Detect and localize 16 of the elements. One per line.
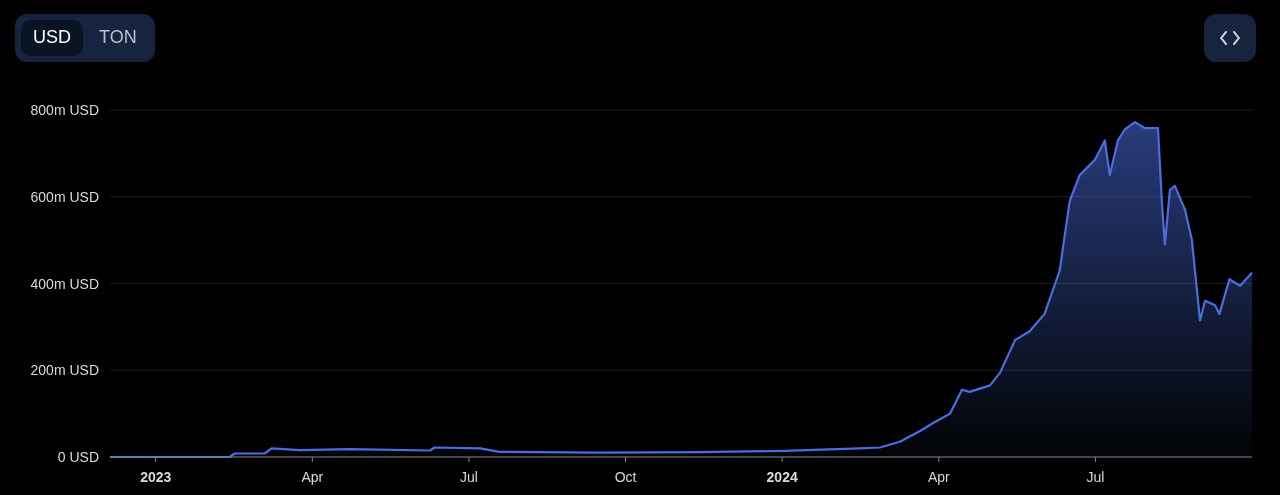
x-axis-label: Oct	[614, 469, 637, 485]
y-axis-label: 600m USD	[30, 188, 99, 205]
y-axis-label: 800m USD	[30, 102, 99, 118]
currency-tab[interactable]: USD	[21, 19, 83, 56]
y-axis-label: 200m USD	[30, 362, 99, 379]
y-axis-label: 400m USD	[30, 275, 99, 292]
x-axis-label: Apr	[301, 469, 324, 485]
x-axis-label: 2024	[766, 469, 798, 485]
embed-button[interactable]	[1204, 13, 1256, 62]
x-axis-label: Jul	[1086, 469, 1105, 485]
x-axis-label: Jul	[460, 469, 478, 485]
x-axis-label: 2023	[140, 469, 172, 485]
y-axis-label: 0 USD	[57, 449, 99, 465]
code-icon	[1220, 30, 1240, 45]
currency-tab[interactable]: TON	[87, 19, 149, 56]
x-axis-label: Apr	[927, 469, 950, 485]
